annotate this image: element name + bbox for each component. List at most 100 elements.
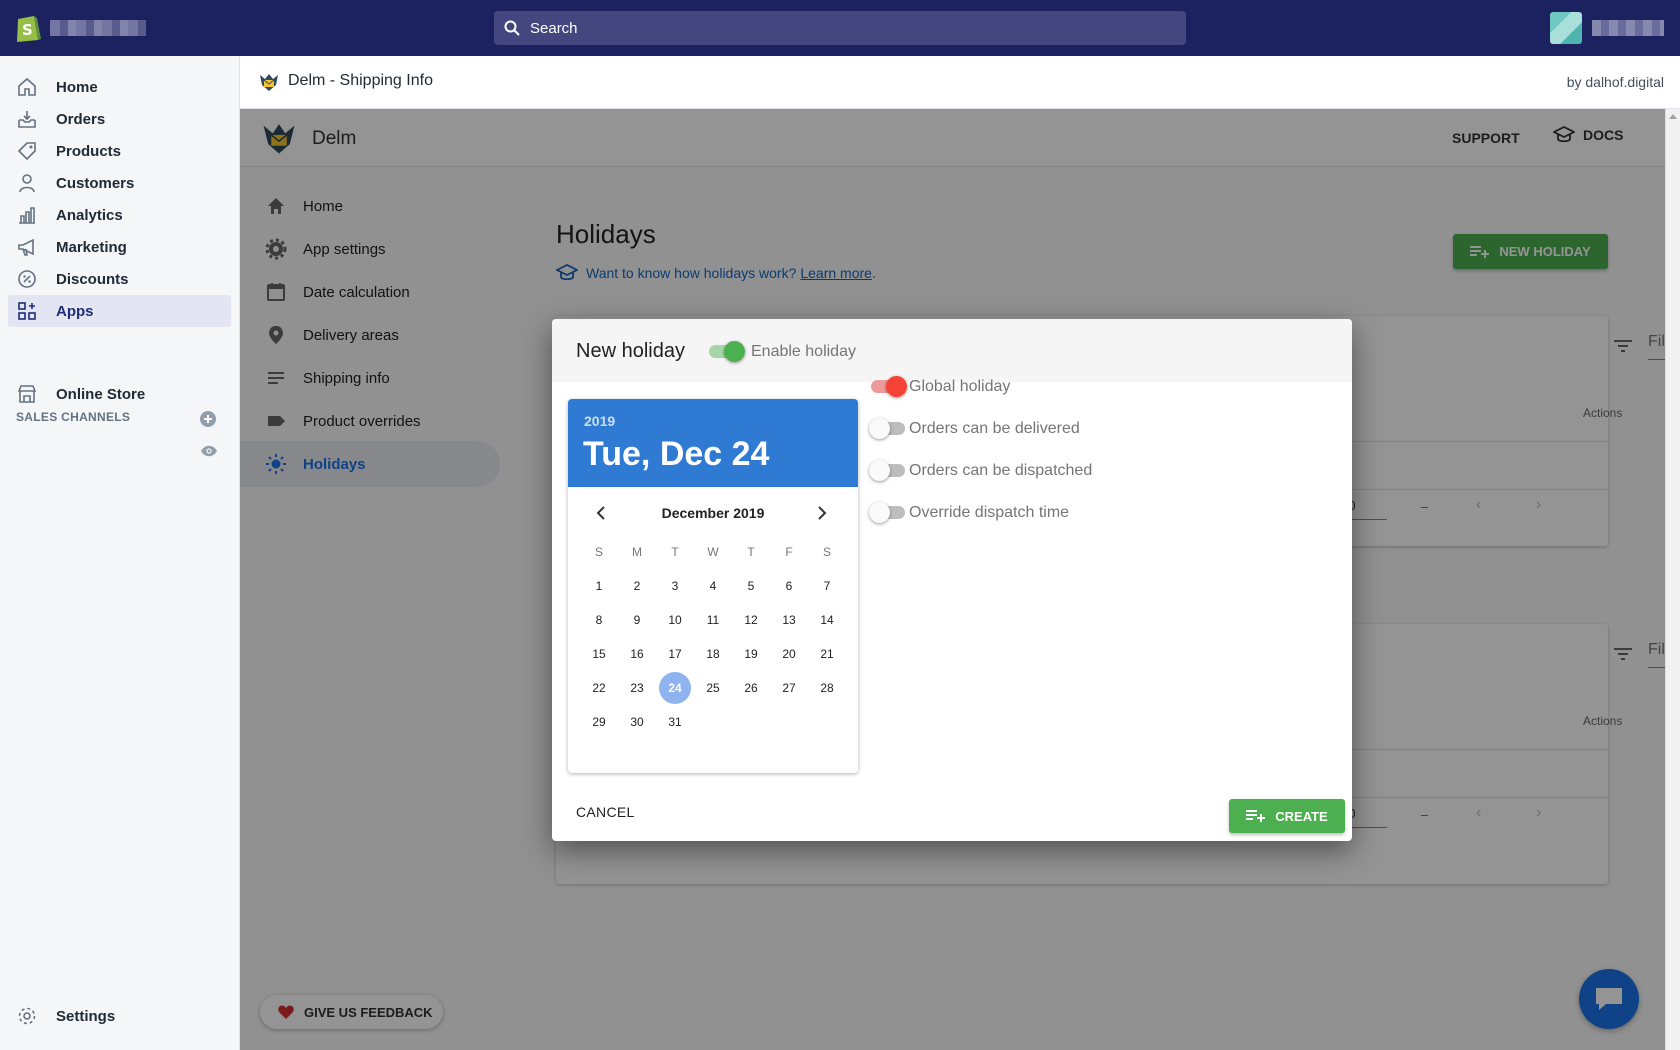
- calendar-day[interactable]: 2: [618, 569, 656, 603]
- sidebar-item-label: Discounts: [56, 270, 129, 288]
- override-dispatch-time-label: Override dispatch time: [909, 504, 1070, 521]
- store-name-blurred[interactable]: [50, 20, 146, 36]
- calendar-day[interactable]: 22: [580, 671, 618, 705]
- tag-icon: [17, 142, 36, 161]
- bar-chart-icon: [19, 207, 35, 224]
- calendar-day[interactable]: 13: [770, 603, 808, 637]
- weekday-header: T: [747, 545, 755, 559]
- calendar-day[interactable]: 25: [694, 671, 732, 705]
- top-bar: S: [0, 0, 1680, 56]
- discount-icon: [18, 270, 36, 288]
- calendar-day[interactable]: 6: [770, 569, 808, 603]
- calendar-day[interactable]: 8: [580, 603, 618, 637]
- scroll-up-icon[interactable]: [1669, 114, 1677, 119]
- override-dispatch-time-toggle[interactable]: [869, 501, 907, 523]
- calendar-day[interactable]: 1: [580, 569, 618, 603]
- sidebar-item-label: Marketing: [56, 238, 127, 256]
- calendar-day[interactable]: 5: [732, 569, 770, 603]
- admin-sidebar: Home Orders Products Customers Analytics…: [0, 56, 240, 1050]
- shopify-logo-icon[interactable]: S: [14, 13, 42, 43]
- add-channel-icon[interactable]: [200, 411, 216, 427]
- calendar-day[interactable]: 11: [694, 603, 732, 637]
- sidebar-item-customers[interactable]: Customers: [8, 167, 231, 199]
- dialog-title: New holiday: [576, 340, 685, 362]
- svg-text:S: S: [22, 21, 33, 39]
- calendar-day[interactable]: 12: [732, 603, 770, 637]
- calendar-day[interactable]: 29: [580, 705, 618, 739]
- weekday-header: S: [822, 545, 831, 559]
- sidebar-item-label: Home: [56, 78, 98, 96]
- weekday-header: T: [671, 545, 679, 559]
- sidebar-item-marketing[interactable]: Marketing: [8, 231, 231, 263]
- developer-credit: by dalhof.digital: [1566, 74, 1664, 90]
- avatar[interactable]: [1550, 12, 1582, 44]
- date-picker: 2019 Tue, Dec 24 December 2019 SMTWTFS12…: [568, 399, 858, 773]
- orders-can-be-dispatched-label: Orders can be dispatched: [909, 462, 1093, 479]
- calendar-day[interactable]: 4: [694, 569, 732, 603]
- calendar-day[interactable]: 17: [656, 637, 694, 671]
- calendar-day[interactable]: 14: [808, 603, 846, 637]
- enable-holiday-toggle[interactable]: [707, 340, 745, 362]
- search-input[interactable]: [530, 11, 1170, 45]
- calendar-day[interactable]: 21: [808, 637, 846, 671]
- calendar-day-selected[interactable]: 24: [656, 671, 694, 705]
- playlist-add-icon: [1246, 810, 1266, 822]
- calendar-day[interactable]: 10: [656, 603, 694, 637]
- sidebar-item-home[interactable]: Home: [8, 71, 231, 103]
- sidebar-item-orders[interactable]: Orders: [8, 103, 231, 135]
- enable-holiday-label: Enable holiday: [751, 343, 856, 360]
- home-icon: [18, 77, 36, 96]
- calendar-day[interactable]: 30: [618, 705, 656, 739]
- sidebar-item-label: Online Store: [56, 385, 146, 403]
- calendar-day[interactable]: 28: [808, 671, 846, 705]
- sidebar-item-label: Orders: [56, 110, 106, 128]
- calendar-day[interactable]: 3: [656, 569, 694, 603]
- apps-icon: [18, 302, 36, 320]
- search-bar[interactable]: [494, 11, 1186, 45]
- calendar-day[interactable]: 7: [808, 569, 846, 603]
- create-button[interactable]: CREATE: [1229, 799, 1345, 833]
- delm-logo-icon: [260, 74, 278, 91]
- calendar-day[interactable]: 31: [656, 705, 694, 739]
- gear-icon: [18, 1007, 36, 1025]
- weekday-header: F: [785, 545, 793, 559]
- weekday-header: M: [632, 545, 642, 559]
- chevron-right-icon[interactable]: [810, 501, 834, 525]
- calendar-day[interactable]: 20: [770, 637, 808, 671]
- sidebar-item-settings[interactable]: Settings: [8, 1000, 231, 1032]
- sidebar-item-discounts[interactable]: Discounts: [8, 263, 231, 295]
- sidebar-item-products[interactable]: Products: [8, 135, 231, 167]
- picker-year[interactable]: 2019: [584, 413, 615, 429]
- sidebar-item-apps[interactable]: Apps: [8, 295, 231, 327]
- sidebar-item-label: Products: [56, 142, 122, 160]
- orders-icon: [18, 111, 36, 128]
- sidebar-item-label: Customers: [56, 174, 135, 192]
- calendar-day[interactable]: 23: [618, 671, 656, 705]
- cancel-button[interactable]: CANCEL: [576, 804, 635, 820]
- weekday-header: S: [594, 545, 603, 559]
- picker-selected-date: Tue, Dec 24: [583, 435, 770, 473]
- calendar-day[interactable]: 15: [580, 637, 618, 671]
- orders-can-be-delivered-toggle[interactable]: [869, 417, 907, 439]
- sidebar-item-label: Apps: [56, 302, 94, 320]
- calendar-grid: S M T W T F S 1 2 3 4 5 6 7 8 9 10 11 12 13 14 15 16 17 18 19 20 21…: [580, 535, 846, 739]
- megaphone-icon: [18, 238, 34, 256]
- sidebar-item-online-store[interactable]: Online Store: [8, 378, 231, 410]
- eye-icon[interactable]: [200, 445, 218, 457]
- account-name-blurred[interactable]: [1592, 20, 1664, 36]
- calendar-day[interactable]: 19: [732, 637, 770, 671]
- calendar-day[interactable]: 18: [694, 637, 732, 671]
- orders-can-be-dispatched-toggle[interactable]: [869, 459, 907, 481]
- calendar-day[interactable]: 9: [618, 603, 656, 637]
- sidebar-item-analytics[interactable]: Analytics: [8, 199, 231, 231]
- global-holiday-label: Global holiday: [909, 378, 1011, 395]
- calendar-day[interactable]: 16: [618, 637, 656, 671]
- global-holiday-toggle[interactable]: [869, 375, 907, 397]
- orders-can-be-delivered-label: Orders can be delivered: [909, 420, 1080, 437]
- app-title: Delm - Shipping Info: [288, 72, 433, 89]
- store-icon: [17, 385, 37, 403]
- sidebar-item-label: Analytics: [56, 206, 123, 224]
- calendar-day[interactable]: 26: [732, 671, 770, 705]
- calendar-day[interactable]: 27: [770, 671, 808, 705]
- scrollbar[interactable]: [1665, 109, 1680, 1050]
